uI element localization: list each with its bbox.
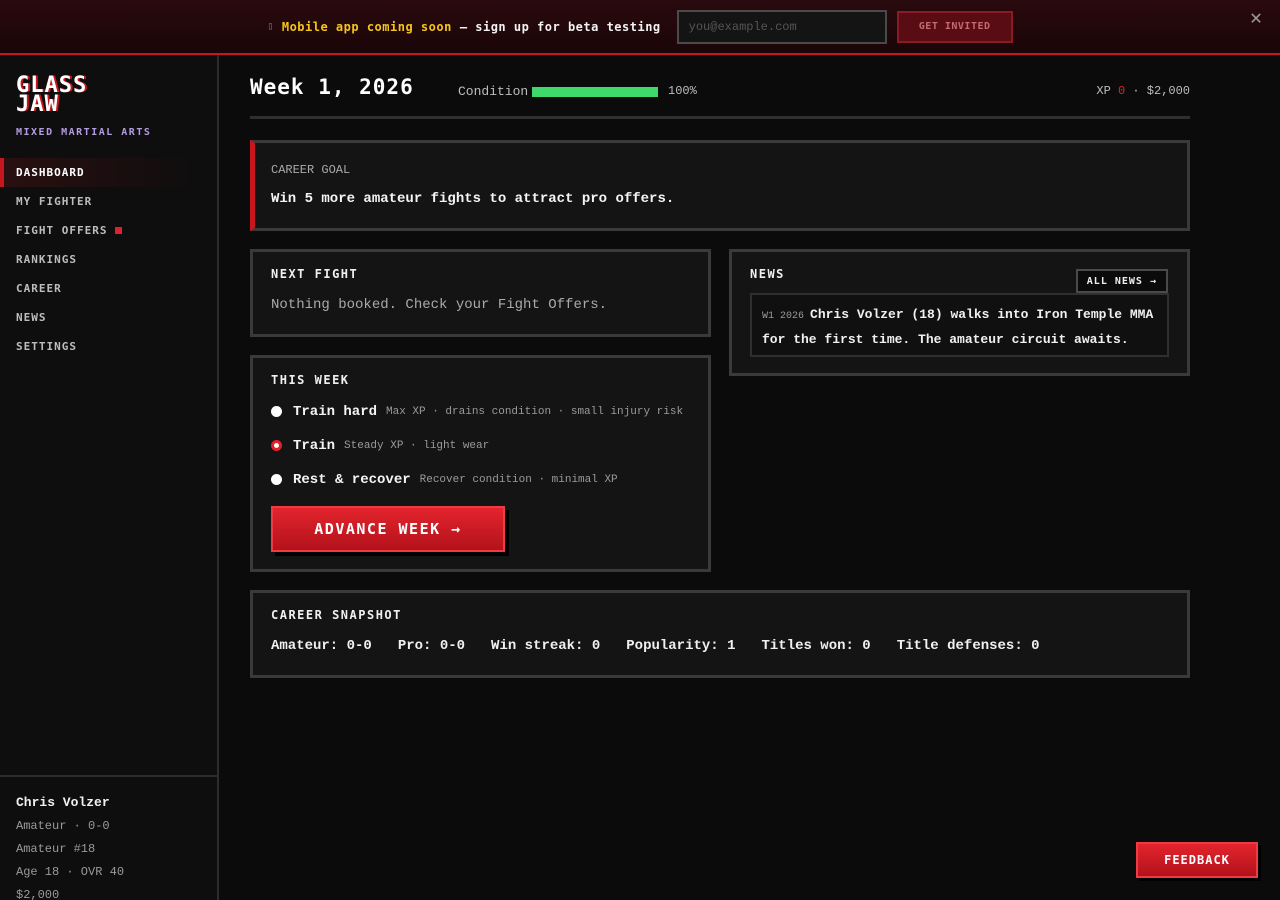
phone-icon: ▯	[267, 21, 274, 32]
fighter-money: $2,000	[16, 888, 60, 900]
sidebar-item-career[interactable]: CAREER	[0, 274, 217, 303]
close-icon[interactable]: ✕	[1250, 5, 1262, 29]
this-week-panel: THIS WEEK Train hard Max XP · drains con…	[250, 355, 711, 572]
sidebar-item-label: SETTINGS	[16, 340, 77, 353]
radio-button[interactable]	[271, 474, 282, 485]
option-desc: Max XP · drains condition · small injury…	[386, 405, 684, 418]
sidebar-item-label: NEWS	[16, 311, 47, 324]
condition-label: Condition	[458, 84, 529, 99]
sidebar-nav: DASHBOARD MY FIGHTER FIGHT OFFERS RANKIN…	[0, 158, 217, 361]
fighter-record: Amateur · 0-0	[16, 819, 110, 833]
career-snapshot-title: CAREER SNAPSHOT	[271, 608, 402, 622]
career-snapshot-panel: CAREER SNAPSHOT Amateur: 0-0 Pro: 0-0 Wi…	[250, 590, 1190, 678]
status-bar: Week 1, 2026 Condition 100% XP 0 · $2,00…	[250, 55, 1190, 119]
notification-badge	[115, 227, 123, 234]
sidebar-item-label: DASHBOARD	[16, 166, 85, 179]
xp-value: 0	[1117, 84, 1126, 98]
news-date: W1 2026	[762, 311, 805, 322]
news-panel: NEWS ALL NEWS → W1 2026 Chris Volzer (18)…	[729, 249, 1190, 376]
training-option-rest[interactable]: Rest & recover Recover condition · minim…	[271, 470, 690, 489]
radio-button-selected[interactable]	[271, 440, 282, 451]
fighter-summary: Chris Volzer Amateur · 0-0 Amateur #18 A…	[0, 775, 217, 900]
fighter-name: Chris Volzer	[16, 795, 110, 810]
beta-banner: ▯ Mobile app coming soon — sign up for b…	[0, 0, 1280, 55]
all-news-button[interactable]: ALL NEWS →	[1075, 269, 1168, 293]
condition-fill	[532, 87, 658, 97]
sidebar-item-fight-offers[interactable]: FIGHT OFFERS	[0, 216, 217, 245]
news-item[interactable]: W1 2026 Chris Volzer (18) walks into Iron…	[750, 293, 1169, 357]
condition-bar	[532, 87, 658, 97]
xp-money-readout: XP 0 · $2,000	[1096, 84, 1190, 98]
training-option-train-hard[interactable]: Train hard Max XP · drains condition · s…	[271, 402, 690, 421]
sidebar-item-label: CAREER	[16, 282, 62, 295]
stat-amateur: Amateur: 0-0	[271, 638, 372, 654]
sidebar-item-news[interactable]: NEWS	[0, 303, 217, 332]
stat-title-defenses: Title defenses: 0	[896, 638, 1040, 654]
sidebar-item-my-fighter[interactable]: MY FIGHTER	[0, 187, 217, 216]
sidebar-item-rankings[interactable]: RANKINGS	[0, 245, 217, 274]
sidebar-item-label: FIGHT OFFERS	[16, 224, 108, 237]
career-goal-panel: CAREER GOAL Win 5 more amateur fights to…	[250, 140, 1190, 231]
next-fight-title: NEXT FIGHT	[271, 267, 359, 281]
condition-percent: 100%	[668, 84, 697, 98]
page-title: Week 1, 2026	[250, 75, 414, 99]
get-invited-button[interactable]: GET INVITED	[896, 10, 1013, 43]
sidebar: GLASS JAW MIXED MARTIAL ARTS DASHBOARD M…	[0, 55, 219, 900]
next-fight-panel: NEXT FIGHT Nothing booked. Check your Fi…	[250, 249, 711, 337]
snapshot-stats: Amateur: 0-0 Pro: 0-0 Win streak: 0 Popu…	[271, 638, 1169, 654]
stat-titles-won: Titles won: 0	[761, 638, 871, 654]
stat-win-streak: Win streak: 0	[491, 638, 601, 654]
sidebar-item-settings[interactable]: SETTINGS	[0, 332, 217, 361]
tagline: MIXED MARTIAL ARTS	[16, 127, 152, 138]
sidebar-item-dashboard[interactable]: DASHBOARD	[0, 158, 217, 187]
email-input[interactable]	[676, 9, 887, 44]
next-fight-body: Nothing booked. Check your Fight Offers.	[271, 297, 608, 313]
option-desc: Steady XP · light wear	[344, 439, 490, 452]
career-goal-text: Win 5 more amateur fights to attract pro…	[271, 191, 675, 207]
xp-label: XP	[1096, 84, 1111, 98]
news-text: Chris Volzer (18) walks into Iron Temple…	[762, 307, 1154, 347]
option-name: Rest & recover	[293, 471, 411, 488]
feedback-button[interactable]: FEEDBACK	[1136, 842, 1258, 878]
fighter-age-ovr: Age 18 · OVR 40	[16, 865, 125, 879]
sidebar-item-label: RANKINGS	[16, 253, 77, 266]
option-name: Train hard	[293, 403, 378, 420]
banner-highlight: Mobile app coming soon	[281, 19, 452, 34]
stat-pro: Pro: 0-0	[397, 638, 466, 654]
option-name: Train	[293, 437, 336, 454]
fighter-rank: Amateur #18	[16, 842, 96, 856]
logo[interactable]: GLASS JAW	[16, 75, 87, 116]
this-week-title: THIS WEEK	[271, 373, 350, 387]
stat-popularity: Popularity: 1	[626, 638, 736, 654]
banner-text: — sign up for beta testing	[459, 19, 661, 34]
training-option-train[interactable]: Train Steady XP · light wear	[271, 436, 690, 455]
career-goal-label: CAREER GOAL	[271, 163, 351, 177]
radio-button[interactable]	[271, 406, 282, 417]
money-value: · $2,000	[1132, 84, 1190, 98]
banner-message: ▯ Mobile app coming soon — sign up for b…	[267, 20, 660, 34]
option-desc: Recover condition · minimal XP	[419, 473, 618, 486]
advance-week-button[interactable]: ADVANCE WEEK →	[271, 506, 505, 552]
sidebar-item-label: MY FIGHTER	[16, 195, 93, 208]
